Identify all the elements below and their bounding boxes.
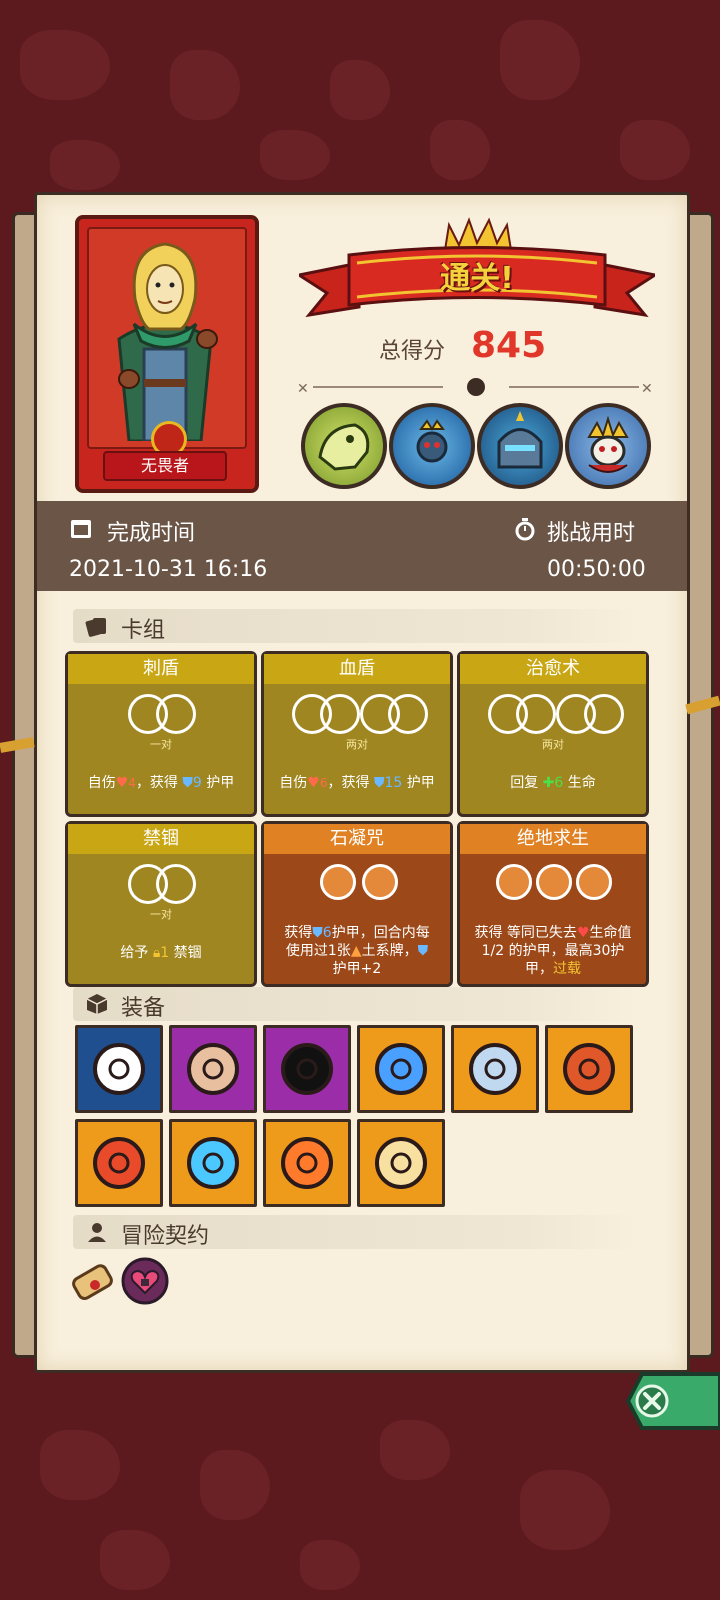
equipment-title: 装备 <box>121 996 166 1021</box>
plus-heal-icon: ✚ <box>542 775 555 791</box>
card-title: 刺盾 <box>68 654 254 684</box>
wooden-button-shield-icon[interactable] <box>169 1025 257 1113</box>
golden-shield-icon[interactable] <box>357 1119 445 1207</box>
svg-text:✕: ✕ <box>641 381 653 397</box>
horned-skull-mask-icon[interactable] <box>75 1025 163 1113</box>
tribal-mask-icon[interactable] <box>75 1119 163 1207</box>
bone-dragon-boss-icon <box>301 403 387 489</box>
card-count: 一对 <box>150 908 172 921</box>
card-count: 一对 <box>150 738 172 751</box>
cards-icon <box>85 618 106 637</box>
card-description: 回复 ✚6 生命 <box>510 775 596 791</box>
card-description: 获得⛊6护甲，回合内每 使用过1张▲土系牌，⛊ 护甲+2 <box>284 925 430 977</box>
card-blood-shield[interactable]: 血盾 两对 自伤♥6，获得 ⛊15 护甲 <box>261 651 453 817</box>
card-slots <box>264 694 450 734</box>
deck-section-header: 卡组 <box>73 609 637 643</box>
locked-heart-icon[interactable] <box>119 1255 171 1307</box>
challenge-time-label: 挑战用时 <box>547 521 636 546</box>
knight-helmet-boss-icon <box>477 403 563 489</box>
card-thorn-shield[interactable]: 刺盾 一对 自伤♥4，获得 ⛊9 护甲 <box>65 651 257 817</box>
card-description: 自伤♥4，获得 ⛊9 护甲 <box>87 775 235 791</box>
horn-cornucopia-icon[interactable] <box>451 1025 539 1113</box>
svg-text:✕: ✕ <box>297 381 309 397</box>
score-label: 总得分 <box>379 339 446 364</box>
victory-banner: 通关! <box>295 215 659 325</box>
deck-title: 卡组 <box>121 618 166 643</box>
card-description: 给予 🔒︎1 禁锢 <box>120 945 202 961</box>
finish-time-label: 完成时间 <box>107 521 196 546</box>
finish-time-value: 2021-10-31 16:16 <box>69 557 268 582</box>
card-title: 石凝咒 <box>264 824 450 854</box>
card-description: 获得 等同已失去♥生命值 1/2 的护甲，最高30护 甲，过载 <box>474 925 632 977</box>
stopwatch-icon <box>515 518 535 541</box>
card-title: 治愈术 <box>460 654 646 684</box>
card-count: 两对 <box>346 738 368 751</box>
card-title: 禁锢 <box>68 824 254 854</box>
ice-gem-amulet-icon[interactable] <box>169 1119 257 1207</box>
card-count: 两对 <box>542 738 564 751</box>
hero-illustration <box>117 242 218 443</box>
cracked-rune-icon[interactable] <box>263 1025 351 1113</box>
shield-icon: ⛊ <box>182 775 193 791</box>
fire-feather-icon[interactable] <box>263 1119 351 1207</box>
card-imprison[interactable]: 禁锢 一对 给予 🔒︎1 禁锢 <box>65 821 257 987</box>
lava-ring-icon[interactable] <box>545 1025 633 1113</box>
hero-name: 无畏者 <box>103 451 227 481</box>
scroll-icon[interactable] <box>67 1257 119 1309</box>
card-slots <box>460 864 646 904</box>
skull-king-boss-icon <box>565 403 651 489</box>
broken-heart-icon: ♥ <box>115 775 129 791</box>
calendar-icon <box>71 520 91 538</box>
shield-icon: ⛊ <box>373 775 385 791</box>
spider-queen-boss-icon <box>389 403 475 489</box>
card-petrify-curse[interactable]: 石凝咒 获得⛊6护甲，回合内每 使用过1张▲土系牌，⛊ 护甲+2 <box>261 821 453 987</box>
card-title: 绝地求生 <box>460 824 646 854</box>
score-row: 总得分 845 <box>337 325 657 371</box>
result-panel: 无畏者 通关! 总得分 845 ✕ ✕ 完成时间 挑战用时 2021-10-31… <box>34 192 690 1373</box>
run-info-bar: 完成时间 挑战用时 2021-10-31 16:16 00:50:00 <box>37 501 687 591</box>
equipment-section-header: 装备 <box>73 987 637 1021</box>
box-icon <box>86 994 108 1014</box>
card-description: 自伤♥6，获得 ⛊15 护甲 <box>279 775 435 791</box>
card-last-stand[interactable]: 绝地求生 获得 等同已失去♥生命值 1/2 的护甲，最高30护 甲，过载 <box>457 821 649 987</box>
card-slots <box>68 864 254 904</box>
card-title: 血盾 <box>264 654 450 684</box>
hero-portrait: 无畏者 <box>75 215 259 493</box>
card-slots <box>460 694 646 734</box>
boss-divider: ✕ ✕ <box>297 378 653 397</box>
person-icon <box>88 1223 106 1242</box>
victory-title: 通关! <box>440 261 514 296</box>
card-heal[interactable]: 治愈术 一对 两对 回复 ✚6 生命 <box>457 651 649 817</box>
score-value: 845 <box>471 325 547 366</box>
blue-slime-icon[interactable] <box>357 1025 445 1113</box>
card-slots <box>264 864 450 904</box>
card-slots <box>68 694 254 734</box>
challenge-time-value: 00:50:00 <box>547 557 646 582</box>
close-button[interactable] <box>612 1370 720 1432</box>
contract-title: 冒险契约 <box>121 1224 210 1249</box>
contract-section-header: 冒险契约 <box>73 1215 637 1249</box>
broken-heart-icon: ♥ <box>307 775 320 791</box>
